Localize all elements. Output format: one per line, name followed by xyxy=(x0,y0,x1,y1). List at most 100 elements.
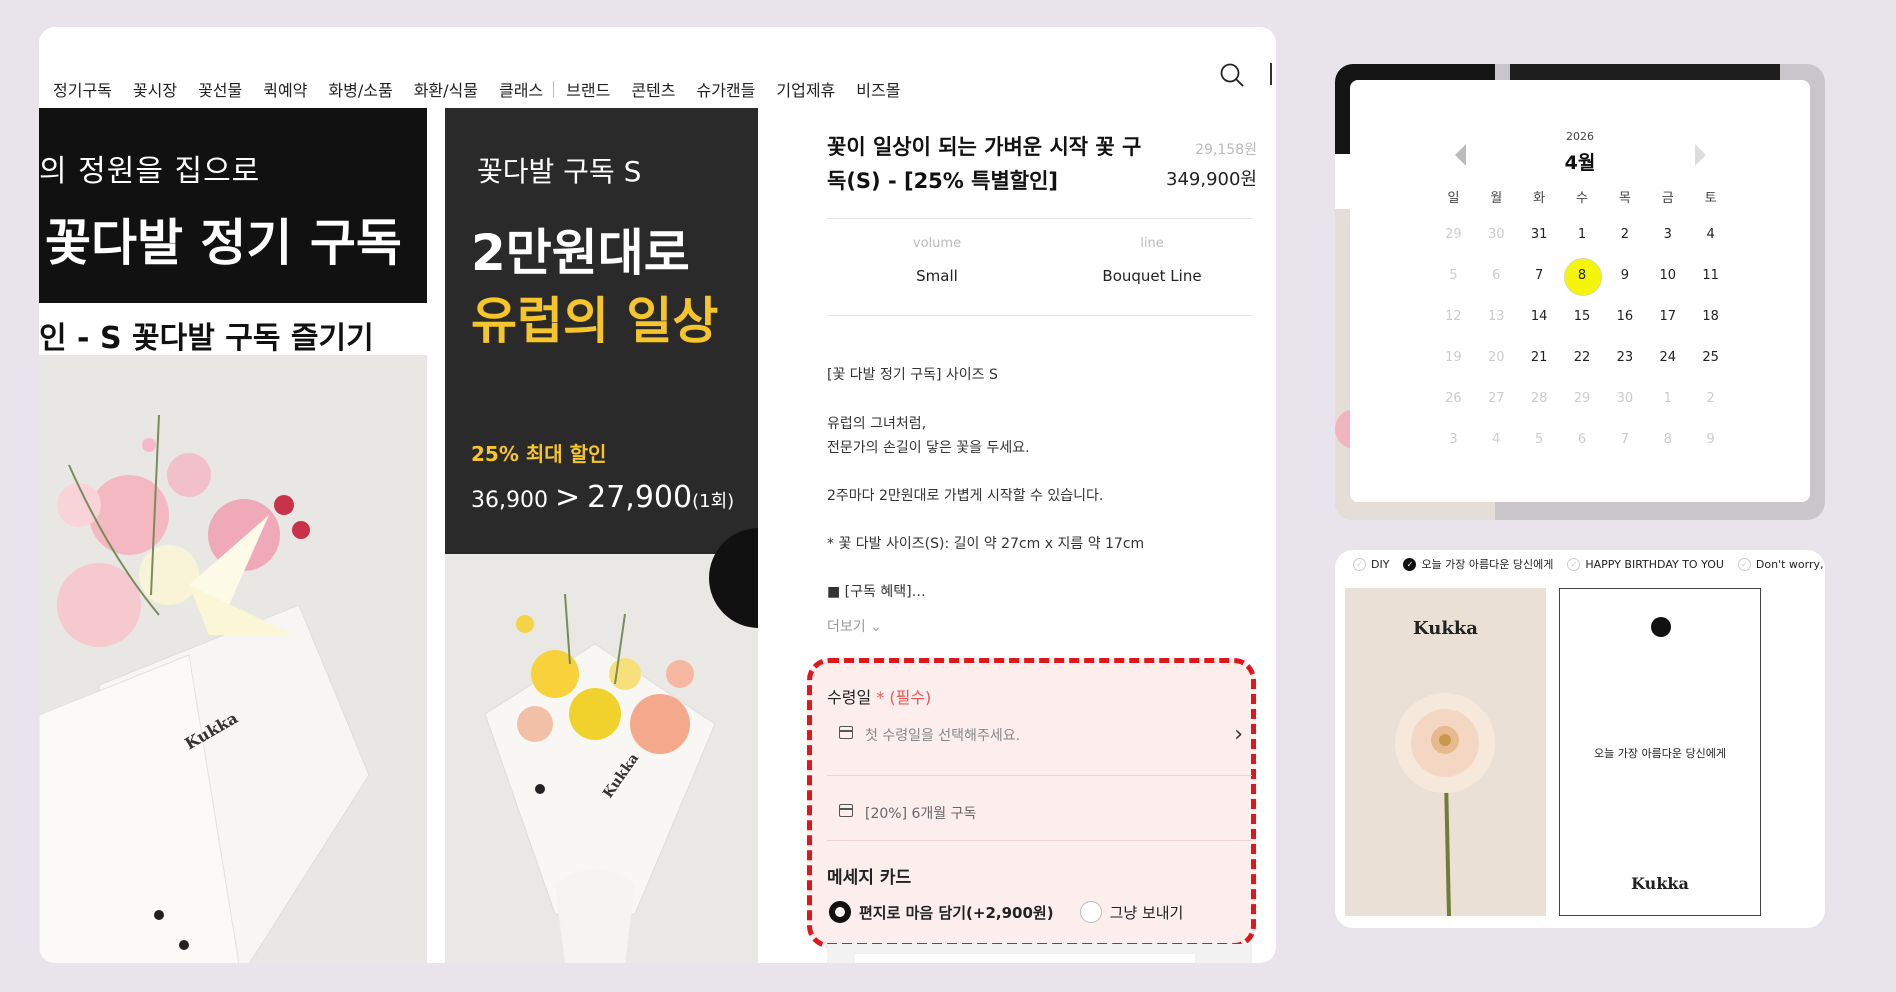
calendar-grid: 일 월 화 수 목 금 토 29 30 31 1 2 3 4 5 6 7 8 9 10 11 12 13 14 15 16 17 18… xyxy=(1432,184,1732,460)
nav-item-wreath-plants[interactable]: 화환/식물 xyxy=(414,77,478,101)
divider xyxy=(827,218,1252,219)
card-message-text: 오늘 가장 아름다운 당신에게 xyxy=(1594,747,1726,760)
cart-icon[interactable] xyxy=(1270,63,1276,85)
calendar-day[interactable]: 17 xyxy=(1646,302,1689,332)
calendar-day[interactable]: 2 xyxy=(1603,220,1646,250)
calendar-day: 2 xyxy=(1706,390,1715,406)
weekday-header-row: 일월화수목금토 xyxy=(1432,184,1732,214)
divider xyxy=(827,840,1252,841)
calendar-day: 8 xyxy=(1663,431,1672,447)
nav-item-flower-market[interactable]: 꽃시장 xyxy=(133,77,177,101)
bouquet-photo-2: Kukka xyxy=(445,554,758,963)
nav-item-quick-reservation[interactable]: 퀵예약 xyxy=(263,77,307,101)
description-line: ■ [구독 혜택]… xyxy=(827,584,926,600)
calendar-day: 29 xyxy=(1573,390,1591,406)
top-navigation: 정기구독 꽃시장 꽃선물 퀵예약 화병/소품 화환/식물 클래스 브랜드 콘텐츠… xyxy=(39,27,1276,107)
promo-banner-2[interactable]: 꽃다발 구독 S 2만원대로 유럽의 일상 25% 최대 할인 36,900 >… xyxy=(445,108,758,963)
calendar-week-row: 5 6 7 8 9 10 11 xyxy=(1432,255,1732,296)
nav-item-brand[interactable]: 브랜드 xyxy=(566,77,610,101)
check-icon: ✓ xyxy=(1567,557,1581,571)
more-link[interactable]: 더보기 ⌄ xyxy=(827,616,882,636)
calendar-day[interactable]: 18 xyxy=(1689,302,1732,332)
nav-item-corporate[interactable]: 기업제휴 xyxy=(776,77,835,101)
option-volume-value: Small xyxy=(916,267,958,285)
radio-letter[interactable] xyxy=(829,901,851,923)
radio-no-card[interactable] xyxy=(1079,901,1102,923)
calendar-day: 19 xyxy=(1445,349,1462,365)
weekday-label: 월 xyxy=(1490,191,1503,206)
calendar-day: 30 xyxy=(1616,390,1634,406)
option-line-label: line xyxy=(1140,236,1164,251)
nav-item-sugar-candle[interactable]: 슈가캔들 xyxy=(696,77,755,101)
weekday-label: 일 xyxy=(1447,191,1460,206)
calendar-day[interactable]: 25 xyxy=(1689,343,1732,373)
weekday-label: 목 xyxy=(1618,191,1631,206)
banner2-headline-1: 2만원대로 xyxy=(471,224,690,282)
message-card-gallery-panel: ✓ DIY ✓ 오늘 가장 아름다운 당신에게 ✓ HAPPY BIRTHDAY TO Y… xyxy=(1335,550,1825,928)
divider xyxy=(827,315,1252,316)
calendar-day[interactable]: 10 xyxy=(1646,261,1689,291)
card-design-tab[interactable]: ✓ HAPPY BIRTHDAY TO YOU xyxy=(1567,556,1724,572)
description-line: [꽃 다발 정기 구독] 사이즈 S xyxy=(827,367,998,383)
receive-date-picker[interactable]: 첫 수령일을 선택해주세요. › xyxy=(839,722,1243,752)
calendar-icon xyxy=(839,726,853,739)
subscription-plan-select[interactable]: [20%] 6개월 구독 xyxy=(839,800,1239,830)
calendar-week-row: 26 27 28 29 30 1 2 xyxy=(1432,378,1732,419)
card-design-message[interactable]: 오늘 가장 아름다운 당신에게 Kukka xyxy=(1559,588,1761,916)
nav-item-bizmall[interactable]: 비즈몰 xyxy=(856,77,900,101)
option-volume-label: volume xyxy=(912,236,962,251)
calendar-day[interactable]: 21 xyxy=(1518,343,1561,373)
product-title: 꽃이 일상이 되는 가벼운 시작 꽃 구독(S) - [25% 특별할인] xyxy=(827,135,1142,193)
calendar-day[interactable]: 24 xyxy=(1646,343,1689,373)
calendar-day[interactable]: 9 xyxy=(1603,261,1646,291)
banner2-price: 36,900 > 27,900(1회) xyxy=(471,480,735,515)
card-design-tab[interactable]: ✓ DIY xyxy=(1353,556,1389,572)
next-month-icon[interactable] xyxy=(1695,144,1706,166)
calendar-day[interactable]: 16 xyxy=(1603,302,1646,332)
nav-item-vase[interactable]: 화병/소품 xyxy=(328,77,392,101)
calendar-week-row: 29 30 31 1 2 3 4 xyxy=(1432,214,1732,255)
calendar-day: 20 xyxy=(1488,349,1505,365)
calendar-day[interactable]: 22 xyxy=(1561,343,1604,373)
search-icon[interactable] xyxy=(1218,61,1246,89)
calendar-week-row: 3 4 5 6 7 8 9 xyxy=(1432,419,1732,460)
card-design-tabs: ✓ DIY ✓ 오늘 가장 아름다운 당신에게 ✓ HAPPY BIRTHDAY TO Y… xyxy=(1353,556,1825,572)
radio-no-card-label[interactable]: 그냥 보내기 xyxy=(1110,902,1184,923)
calendar-day[interactable]: 7 xyxy=(1518,261,1561,291)
banner2-discount: 25% 최대 할인 xyxy=(471,442,607,466)
prev-month-icon[interactable] xyxy=(1455,144,1466,166)
card-design-flower[interactable]: Kukka xyxy=(1345,588,1546,916)
nav-item-contents[interactable]: 콘텐츠 xyxy=(631,77,675,101)
date-picker-calendar: 2026 4월 일 월 화 수 목 금 토 29 30 31 1 2 3 4 5 6 7 8 9 10 11 12 13 14… xyxy=(1350,80,1810,502)
description-line: 유럽의 그녀처럼, xyxy=(827,416,927,432)
check-icon: ✓ xyxy=(1737,557,1751,571)
nav-item-class[interactable]: 클래스 xyxy=(499,77,543,101)
calendar-day: 27 xyxy=(1488,390,1505,406)
calendar-day[interactable]: 14 xyxy=(1518,302,1561,332)
card-logo: Kukka xyxy=(1413,618,1478,639)
calendar-day[interactable]: 3 xyxy=(1646,220,1689,250)
description-line: * 꽃 다발 사이즈(S): 길이 약 27cm x 지름 약 17cm xyxy=(827,536,1145,552)
calendar-day[interactable]: 11 xyxy=(1689,261,1732,291)
nav-item-flower-gift[interactable]: 꽃선물 xyxy=(198,77,242,101)
check-icon: ✓ xyxy=(1353,557,1366,571)
calendar-preview-panel: 2026 4월 일 월 화 수 목 금 토 29 30 31 1 2 3 4 5 6 7 8 9 10 11 12 13 14… xyxy=(1335,64,1825,520)
calendar-day[interactable]: 23 xyxy=(1603,343,1646,373)
nav-item-subscription[interactable]: 정기구독 xyxy=(53,77,112,101)
option-summary-box xyxy=(827,944,1252,963)
kukka-emblem-icon xyxy=(1651,617,1671,637)
card-design-tab[interactable]: ✓Don't worry, Be xyxy=(1737,556,1825,572)
promo-banner-1[interactable]: 의 정원을 집으로 꽃다발 정기 구독 인 - S 꽃다발 구독 즐기기 Kuk… xyxy=(39,108,427,963)
calendar-day: 5 xyxy=(1535,431,1544,447)
calendar-day[interactable]: 8 xyxy=(1561,257,1604,296)
product-price: 349,900원 xyxy=(1166,169,1257,190)
calendar-day[interactable]: 1 xyxy=(1561,220,1604,250)
message-card-label: 메세지 카드 xyxy=(827,868,912,888)
calendar-day[interactable]: 4 xyxy=(1689,220,1732,250)
calendar-day: 13 xyxy=(1488,308,1505,324)
weekday-label: 화 xyxy=(1533,191,1546,206)
calendar-day[interactable]: 31 xyxy=(1518,220,1561,250)
card-design-tab[interactable]: ✓ 오늘 가장 아름다운 당신에게 xyxy=(1403,556,1553,572)
radio-letter-label[interactable]: 편지로 마음 담기(+2,900원) xyxy=(859,902,1054,923)
calendar-day[interactable]: 15 xyxy=(1561,302,1604,332)
